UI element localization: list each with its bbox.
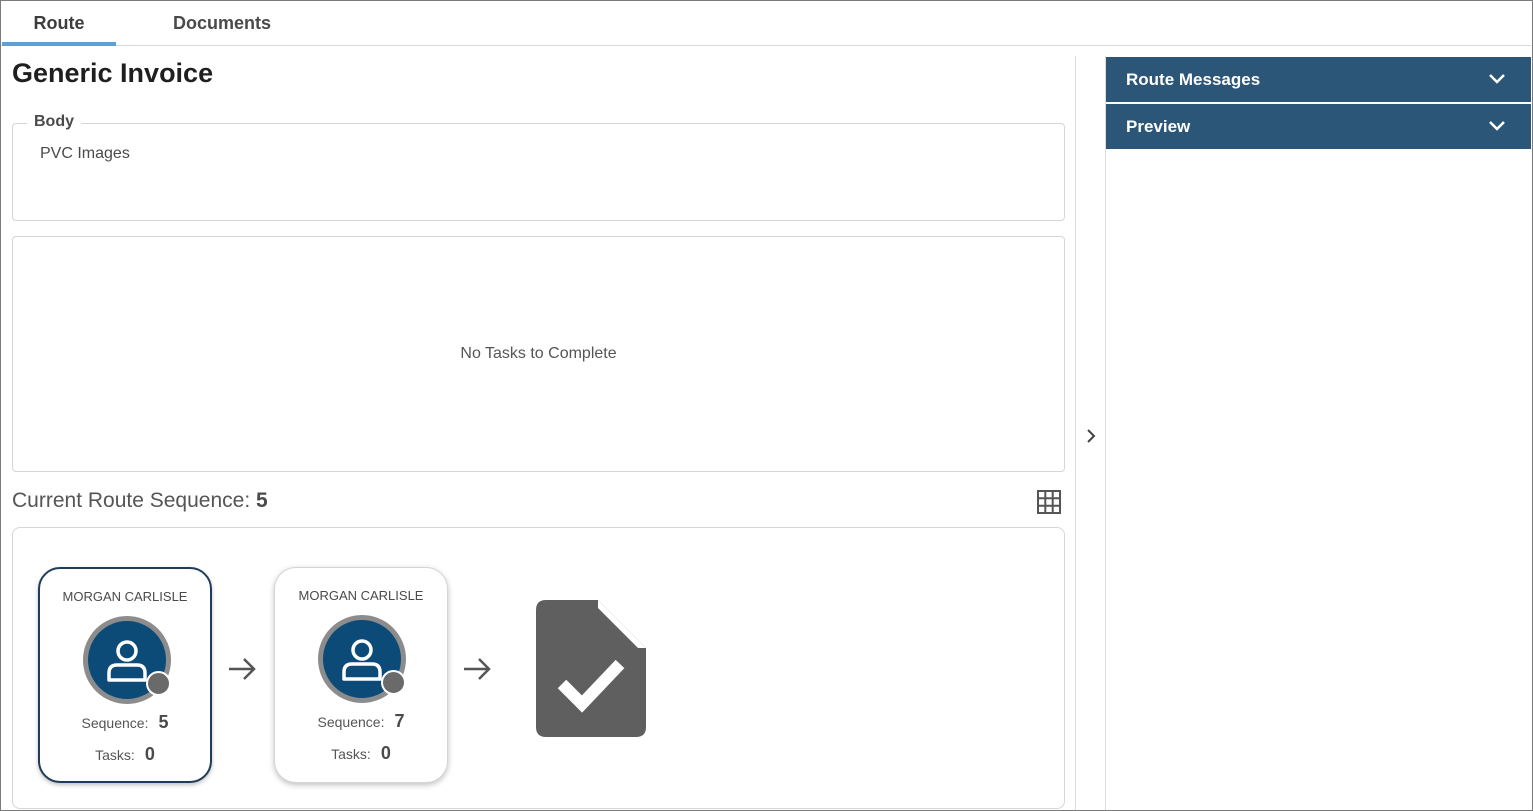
status-indicator	[146, 671, 171, 696]
sequence-label: Sequence:	[317, 714, 385, 730]
tasks-label: Tasks:	[331, 746, 371, 762]
chevron-down-icon	[1489, 74, 1505, 84]
preview-accordion[interactable]: Preview	[1106, 104, 1531, 149]
user-icon	[342, 639, 382, 681]
sequence-row: Sequence: 5	[40, 712, 210, 733]
tasks-row: Tasks: 0	[40, 744, 210, 765]
assignee-name: MORGAN CARLISLE	[62, 589, 188, 604]
user-icon	[107, 640, 147, 682]
document-check-icon	[536, 600, 646, 737]
right-panel	[1105, 56, 1532, 810]
assignee-name: MORGAN CARLISLE	[298, 588, 424, 603]
arrow-right-icon	[464, 658, 491, 680]
tab-route[interactable]: Route	[2, 1, 116, 46]
chevron-down-icon	[1489, 121, 1505, 131]
tab-documents[interactable]: Documents	[151, 1, 293, 45]
accordion-label: Preview	[1126, 117, 1191, 136]
sequence-row: Sequence: 7	[275, 711, 447, 732]
tasks-label: Tasks:	[95, 747, 135, 763]
tasks-row: Tasks: 0	[275, 743, 447, 764]
arrow-right-icon	[229, 658, 256, 680]
route-messages-accordion[interactable]: Route Messages	[1106, 57, 1531, 102]
route-sequence-value: 5	[256, 489, 268, 512]
sequence-label: Sequence:	[81, 715, 149, 731]
route-step-card[interactable]: MORGAN CARLISLE Sequence: 5 Tasks: 0	[38, 567, 212, 783]
chevron-right-icon[interactable]	[1082, 425, 1100, 447]
page-title: Generic Invoice	[12, 58, 214, 88]
body-legend: Body	[27, 113, 81, 131]
sequence-value: 5	[158, 712, 169, 732]
panel-divider	[1075, 56, 1076, 810]
tasks-panel: No Tasks to Complete	[12, 236, 1065, 472]
status-indicator	[381, 670, 406, 695]
sequence-value: 7	[394, 711, 405, 731]
no-tasks-message: No Tasks to Complete	[460, 345, 617, 362]
route-sequence-label: Current Route Sequence:	[12, 489, 251, 512]
route-step-card[interactable]: MORGAN CARLISLE Sequence: 7 Tasks: 0	[274, 567, 448, 783]
tab-bar: Route Documents	[1, 1, 1531, 46]
accordion-label: Route Messages	[1126, 70, 1261, 89]
tasks-value: 0	[144, 744, 155, 764]
route-sequence-heading: Current Route Sequence: 5	[12, 489, 268, 513]
body-fieldset	[12, 123, 1065, 221]
tasks-value: 0	[380, 743, 391, 763]
grid-icon[interactable]	[1036, 489, 1062, 515]
body-text: PVC Images	[40, 145, 130, 162]
